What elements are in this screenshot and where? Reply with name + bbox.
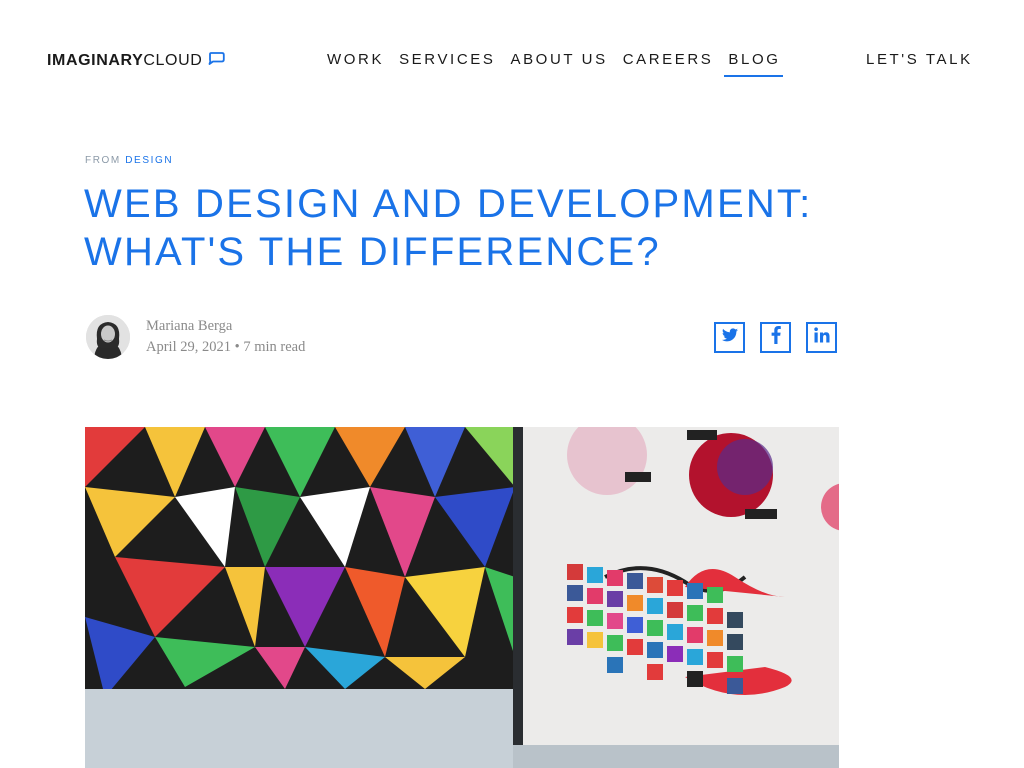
article-title: WEB DESIGN AND DEVELOPMENT: WHAT'S THE D… (84, 180, 844, 276)
author-block: Mariana Berga April 29, 2021 • 7 min rea… (86, 315, 305, 359)
meta-separator: • (234, 339, 240, 355)
author-avatar[interactable] (86, 315, 130, 359)
lets-talk-link[interactable]: LET'S TALK (866, 49, 973, 71)
laptop-base (513, 745, 839, 768)
logo-text-bold: IMAGINARY (47, 52, 144, 69)
share-facebook-button[interactable] (760, 322, 791, 353)
breadcrumb-category-link[interactable]: DESIGN (125, 155, 173, 166)
share-linkedin-button[interactable] (806, 322, 837, 353)
nav-work[interactable]: WORK (327, 49, 384, 77)
nav-blog[interactable]: BLOG (724, 49, 783, 77)
twitter-icon (721, 328, 738, 347)
author-meta: Mariana Berga April 29, 2021 • 7 min rea… (146, 316, 305, 358)
breadcrumb-prefix: FROM (85, 155, 121, 166)
breadcrumb: FROM DESIGN (85, 155, 173, 166)
facebook-icon (771, 326, 781, 349)
share-buttons (714, 322, 852, 353)
share-twitter-button[interactable] (714, 322, 745, 353)
main-nav: WORK SERVICES ABOUT US CAREERS BLOG (327, 49, 798, 77)
site-logo[interactable]: IMAGINARY CLOUD (47, 50, 226, 72)
chat-bubble-icon (208, 52, 226, 70)
site-header: IMAGINARY CLOUD WORK SERVICES ABOUT US CA… (0, 0, 1024, 100)
author-name[interactable]: Mariana Berga (146, 316, 305, 337)
article-title-line-1: WEB DESIGN AND DEVELOPMENT: (84, 182, 813, 226)
laptop-screen (513, 427, 839, 768)
nav-careers[interactable]: CAREERS (623, 49, 714, 77)
article-title-line-2: WHAT'S THE DIFFERENCE? (84, 230, 661, 274)
logo-text-light: CLOUD (143, 52, 203, 69)
post-date: April 29, 2021 (146, 339, 231, 355)
read-time: 7 min read (243, 339, 306, 355)
linkedin-icon (813, 327, 830, 348)
nav-about-us[interactable]: ABOUT US (510, 49, 607, 77)
hero-image (85, 427, 839, 768)
colorful-triangle-artwork (85, 427, 515, 768)
post-meta: April 29, 2021 • 7 min read (146, 337, 305, 358)
nav-services[interactable]: SERVICES (399, 49, 495, 77)
